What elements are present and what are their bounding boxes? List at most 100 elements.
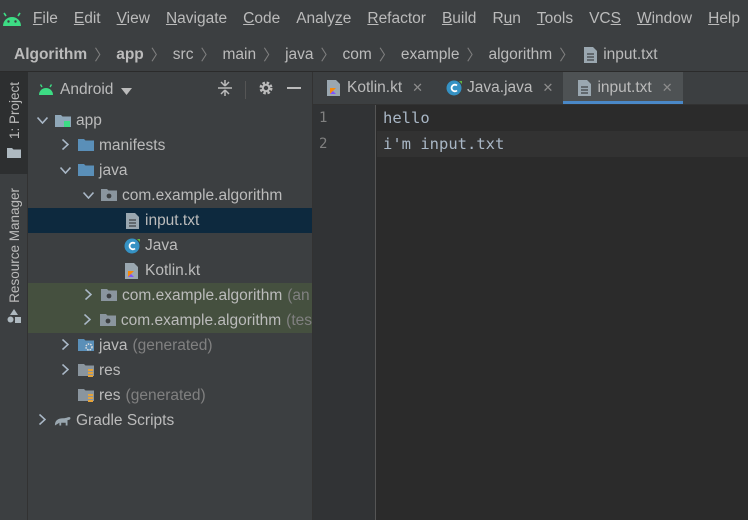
editor-tab-label: Kotlin.kt [347, 79, 403, 96]
menu-item[interactable]: Run [484, 10, 528, 28]
collapse-all-icon[interactable] [217, 80, 233, 100]
menu-item[interactable]: Analyze [288, 10, 359, 28]
breadcrumb-label: app [116, 45, 144, 63]
chevron-down-icon[interactable] [57, 165, 73, 177]
android-logo-icon [0, 0, 25, 38]
tree-label-suffix: (generated) [125, 386, 206, 404]
line-number: 2 [319, 136, 328, 152]
chevron-right-icon[interactable] [57, 338, 73, 353]
breadcrumb-label: example [400, 45, 460, 63]
text-file-icon [581, 46, 599, 63]
kotlin-file-icon [123, 262, 141, 279]
tree-row[interactable]: com.example.algorithm (an [28, 283, 312, 308]
resource-manager-tool-tab[interactable]: Resource Manager [0, 184, 28, 334]
android-view-icon [38, 82, 54, 99]
tree-row[interactable]: res [28, 358, 312, 383]
editor-tab[interactable]: Java.java ✕ [433, 72, 563, 104]
tree-row[interactable]: com.example.algorithm [28, 183, 312, 208]
text-file-icon [123, 212, 141, 229]
chevron-right-icon: 〉 [200, 47, 216, 64]
menu-item[interactable]: Help [700, 10, 748, 28]
tree-label: input.txt [145, 211, 200, 229]
tree-row[interactable]: res (generated) [28, 383, 312, 408]
menu-item[interactable]: VCS [581, 10, 629, 28]
tree-row[interactable]: manifests [28, 133, 312, 158]
menu-item[interactable]: Refactor [359, 10, 434, 28]
breadcrumb-item[interactable]: app [116, 46, 144, 64]
tree-row[interactable]: Gradle Scripts [28, 408, 312, 433]
minimize-icon[interactable] [286, 80, 302, 100]
tree-label: manifests [99, 136, 166, 154]
tree-row[interactable]: java (generated) [28, 333, 312, 358]
line-number-gutter: 1 2 [313, 105, 376, 520]
menu-item[interactable]: Tools [529, 10, 581, 28]
breadcrumb-label: main [222, 45, 257, 63]
project-tool-tab-label: 1: Project [6, 82, 22, 140]
chevron-right-icon[interactable] [80, 313, 96, 328]
chevron-right-icon: 〉 [378, 47, 394, 64]
menu-item[interactable]: Navigate [158, 10, 235, 28]
tree-row[interactable]: java [28, 158, 312, 183]
close-icon[interactable]: ✕ [412, 80, 423, 96]
gear-icon[interactable] [258, 80, 274, 100]
close-icon[interactable]: ✕ [543, 80, 554, 96]
tree-label: res [99, 361, 121, 379]
code-line[interactable]: hello [383, 109, 430, 127]
editor-tab-label: Java.java [467, 79, 533, 96]
tree-row[interactable]: Kotlin.kt [28, 258, 312, 283]
chevron-down-icon[interactable] [80, 190, 96, 202]
java-class-icon [445, 80, 463, 96]
project-view-selector[interactable]: Android [60, 81, 113, 99]
tree-label: res [99, 386, 121, 404]
menu-item[interactable]: Build [434, 10, 484, 28]
editor-tab-label: input.txt [597, 79, 652, 96]
breadcrumb: Algorithm 〉 app 〉 src 〉 main 〉 java 〉 com 〉 example 〉… [0, 38, 748, 72]
breadcrumb-item[interactable]: main [222, 46, 256, 64]
chevron-down-icon[interactable] [121, 82, 133, 99]
tree-label: Kotlin.kt [145, 261, 201, 279]
package-icon [100, 188, 118, 204]
close-icon[interactable]: ✕ [662, 80, 673, 96]
resource-folder-icon [77, 388, 95, 404]
package-icon [99, 313, 117, 329]
chevron-right-icon: 〉 [559, 47, 575, 64]
breadcrumb-item[interactable]: algorithm [488, 46, 552, 64]
breadcrumb-item[interactable]: example [401, 46, 460, 64]
breadcrumb-item[interactable]: Algorithm [14, 46, 87, 64]
breadcrumb-item[interactable]: input.txt [581, 46, 658, 64]
chevron-right-icon[interactable] [34, 413, 50, 428]
tree-label: com.example.algorithm [122, 286, 283, 304]
editor-tab[interactable]: input.txt ✕ [563, 72, 683, 104]
tree-label: com.example.algorithm [120, 311, 282, 329]
chevron-right-icon[interactable] [57, 138, 73, 153]
chevron-right-icon[interactable] [80, 288, 96, 303]
tree-label: com.example.algorithm [122, 186, 283, 204]
code-line[interactable]: i'm input.txt [383, 135, 504, 153]
menu-item[interactable]: View [109, 10, 158, 28]
chevron-down-icon[interactable] [34, 115, 50, 127]
editor: Kotlin.kt ✕ Java.java ✕ input.txt ✕ 1 2 hello… [313, 72, 748, 520]
tree-row[interactable]: input.txt [28, 208, 312, 233]
tree-label: java [99, 161, 128, 179]
editor-tab[interactable]: Kotlin.kt ✕ [313, 72, 433, 104]
folder-icon [77, 163, 95, 179]
menu-item[interactable]: Window [629, 10, 700, 28]
tree-row[interactable]: app [28, 108, 312, 133]
java-class-icon [123, 238, 141, 254]
tree-row[interactable]: com.example.algorithm (tes [28, 308, 312, 333]
breadcrumb-item[interactable]: src [173, 46, 194, 64]
chevron-right-icon[interactable] [57, 363, 73, 378]
menu-item[interactable]: Edit [66, 10, 109, 28]
shapes-icon [7, 308, 21, 327]
breadcrumb-item[interactable]: java [285, 46, 313, 64]
menu-item[interactable]: Code [235, 10, 288, 28]
code-area[interactable]: hello i'm input.txt [377, 105, 748, 520]
package-icon [100, 288, 118, 304]
tree-row[interactable]: Java [28, 233, 312, 258]
resource-folder-icon [77, 363, 95, 379]
chevron-right-icon: 〉 [94, 47, 110, 64]
breadcrumb-label: com [342, 45, 372, 63]
project-tool-tab[interactable]: 1: Project [0, 72, 28, 174]
menu-item[interactable]: File [25, 10, 66, 28]
breadcrumb-item[interactable]: com [343, 46, 372, 64]
